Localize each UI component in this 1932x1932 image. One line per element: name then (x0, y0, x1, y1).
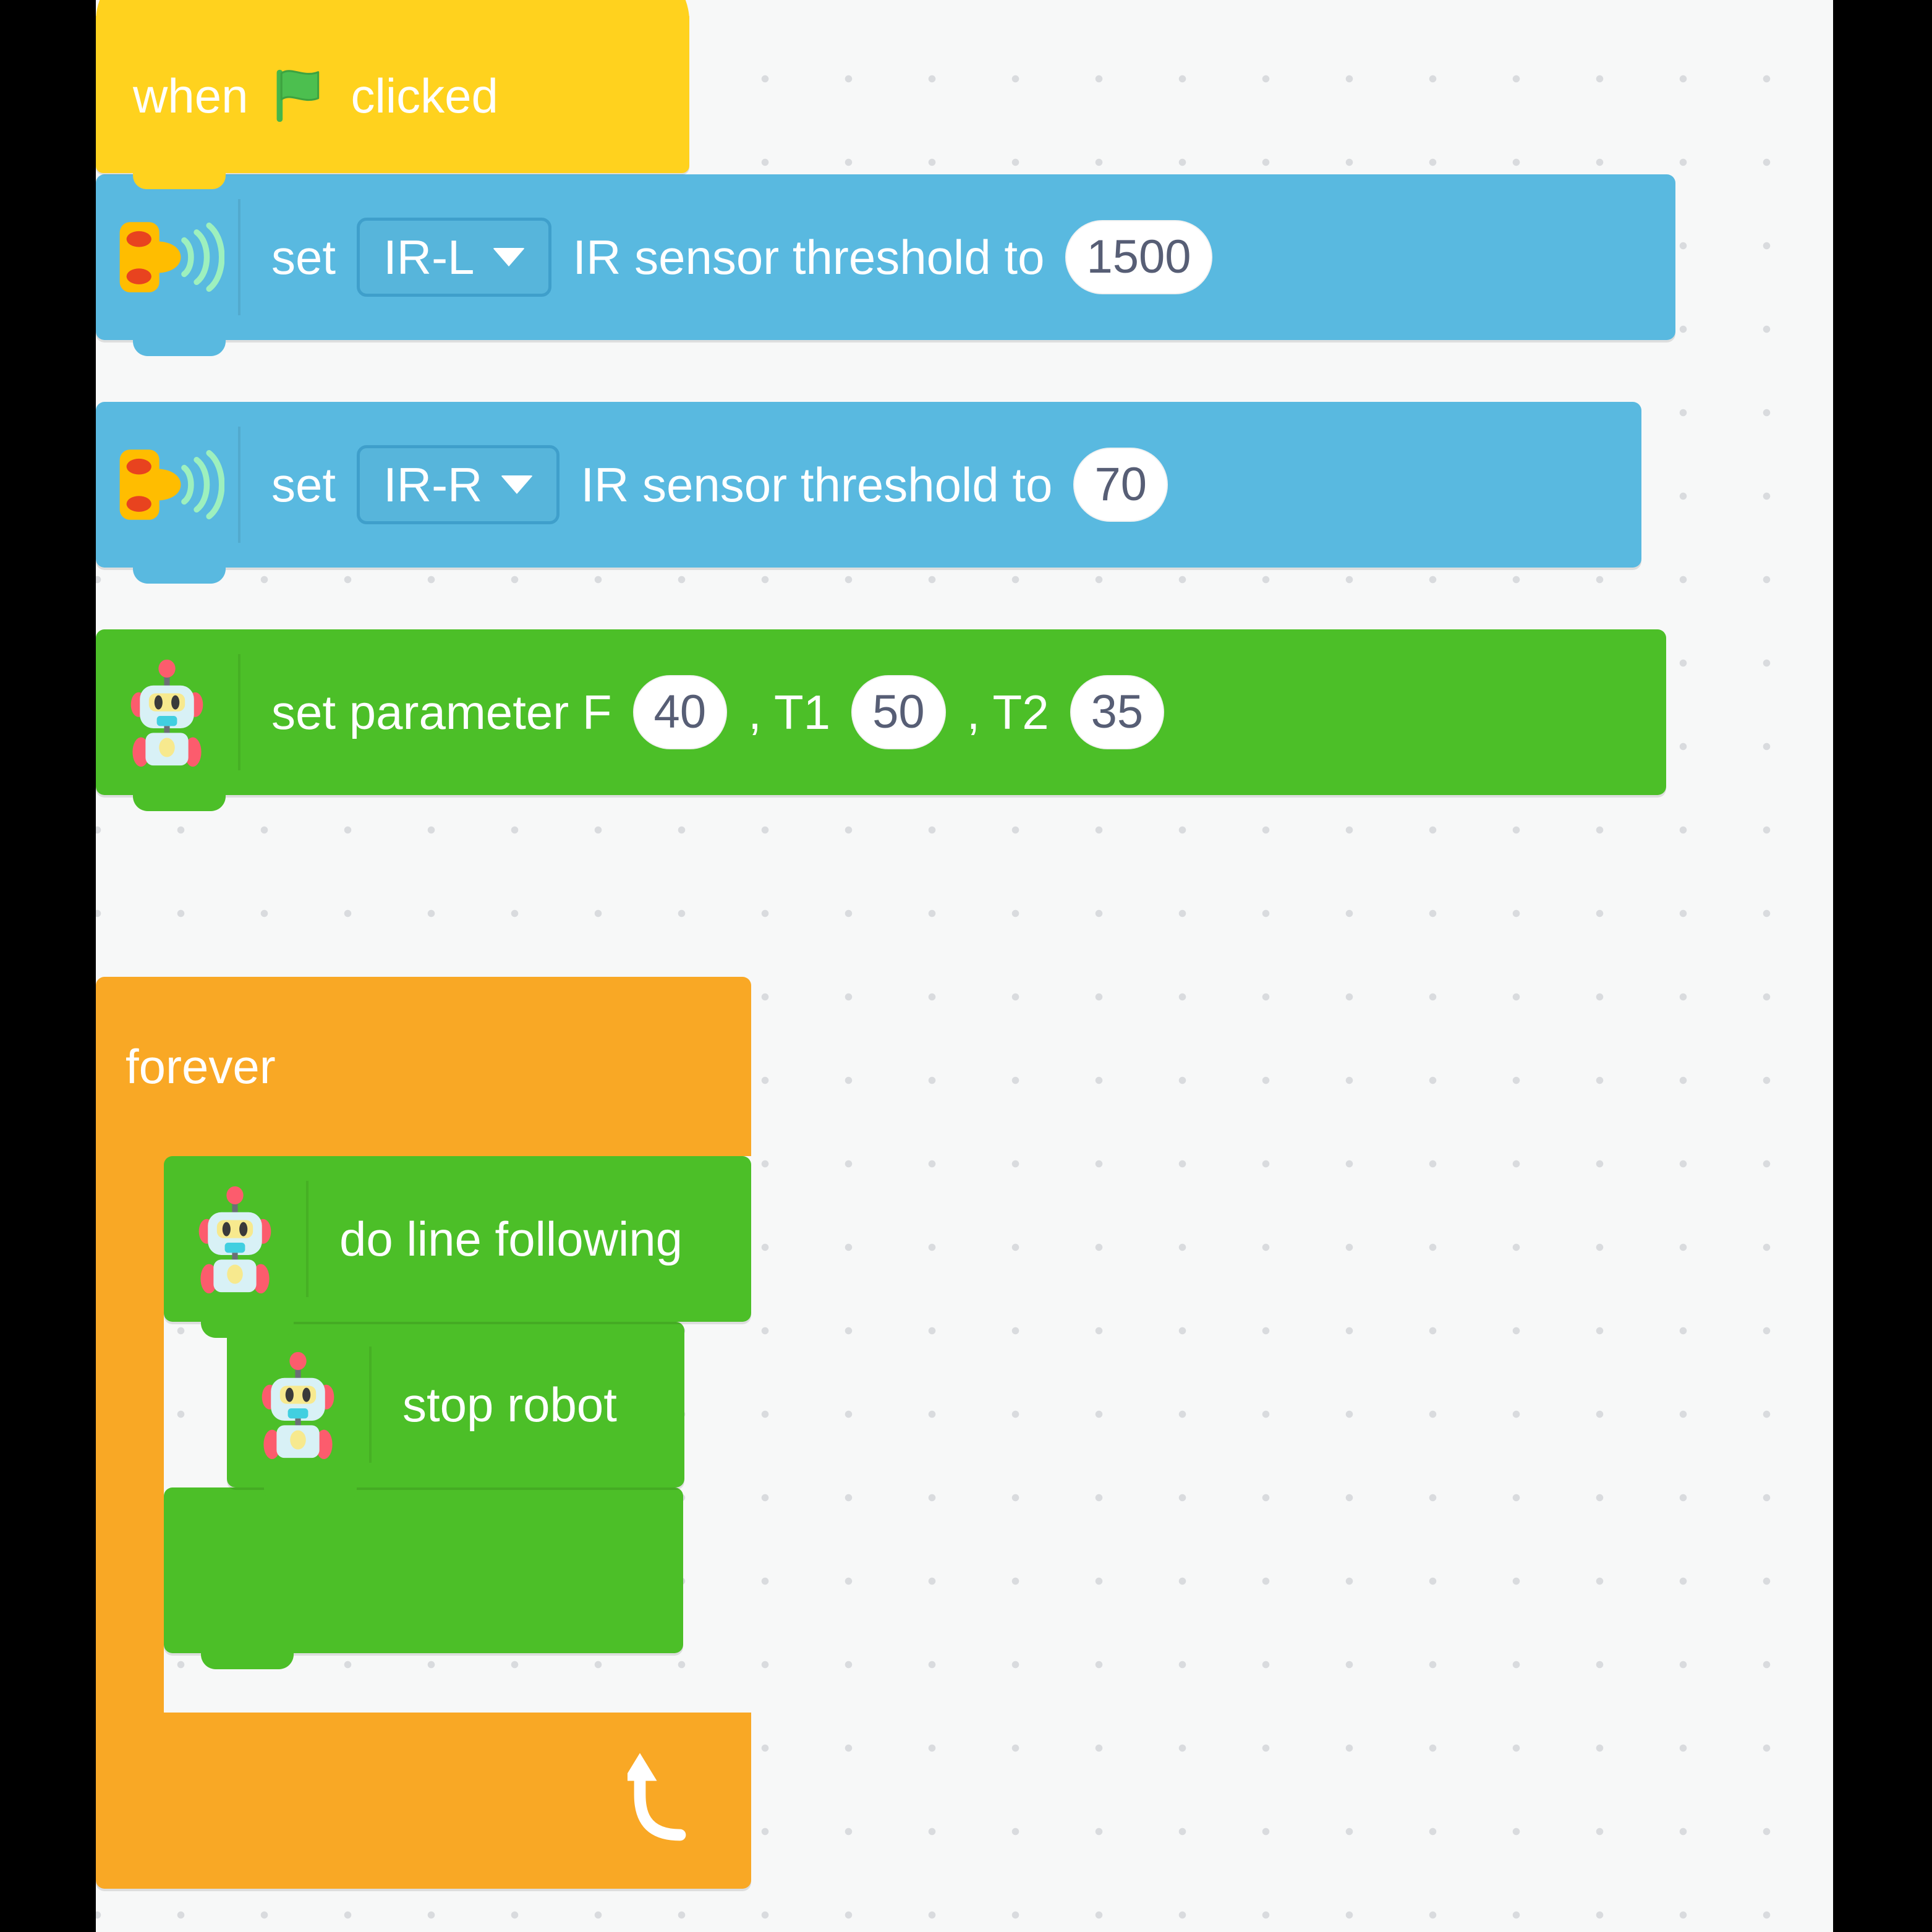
set-label: set (271, 230, 336, 284)
parameter-t2-input[interactable]: 35 (1070, 675, 1165, 749)
block-stop-robot[interactable]: stop robot (227, 1322, 684, 1504)
parameter-t1-label: , T1 (748, 685, 831, 739)
block-workspace-canvas[interactable]: when clicked set IR-L IR sensor threshol… (96, 0, 1833, 1932)
forever-label: forever (126, 1039, 276, 1094)
block-empty-robot[interactable] (164, 1487, 683, 1669)
ir-sensor-dropdown[interactable]: IR-R (357, 445, 560, 524)
block-bottom-notch (133, 566, 226, 584)
parameter-t1-input[interactable]: 50 (851, 675, 946, 749)
parameter-f-input[interactable]: 40 (632, 675, 728, 749)
block-set-parameter[interactable]: set parameter F 40 , T1 50 , T2 35 (96, 629, 1666, 811)
hat-dome (96, 0, 689, 21)
dropdown-value: IR-R (383, 457, 483, 512)
dropdown-value: IR-L (383, 230, 475, 284)
forever-left-spine (96, 1156, 164, 1713)
chevron-down-icon (501, 475, 534, 494)
when-label: when (133, 69, 249, 123)
forever-footer[interactable] (96, 1713, 751, 1889)
threshold-value-input[interactable]: 70 (1073, 448, 1168, 522)
do-line-following-label: do line following (339, 1212, 683, 1266)
block-bottom-notch (201, 1321, 294, 1338)
threshold-label: IR sensor threshold to (572, 230, 1045, 284)
block-set-ir-l-threshold[interactable]: set IR-L IR sensor threshold to 1500 (96, 174, 1675, 356)
block-bottom-notch (133, 339, 226, 356)
block-bottom-notch (133, 794, 226, 811)
threshold-label: IR sensor threshold to (581, 457, 1053, 512)
screen: when clicked set IR-L IR sensor threshol… (0, 0, 1932, 1932)
block-bottom-notch (264, 1486, 357, 1504)
hat-bottom-notch (133, 172, 226, 189)
loop-arrow-icon (623, 1748, 696, 1841)
chevron-down-icon (493, 248, 526, 266)
threshold-value-input[interactable]: 1500 (1065, 220, 1212, 294)
robot-icon (164, 1156, 306, 1322)
ir-sensor-icon (96, 402, 238, 568)
ir-sensor-dropdown[interactable]: IR-L (357, 218, 552, 297)
stop-robot-label: stop robot (402, 1377, 617, 1432)
block-forever[interactable]: forever do line following stop robot (96, 977, 751, 1889)
block-set-ir-r-threshold[interactable]: set IR-R IR sensor threshold to 70 (96, 402, 1641, 584)
block-when-flag-clicked[interactable]: when clicked (96, 0, 689, 189)
ir-sensor-icon (96, 174, 238, 340)
block-do-line-following[interactable]: do line following (164, 1156, 751, 1338)
parameter-t2-label: , T2 (966, 685, 1049, 739)
robot-icon (227, 1322, 369, 1487)
set-label: set (271, 457, 336, 512)
block-bottom-notch (201, 1652, 294, 1669)
green-flag-icon (273, 67, 326, 124)
clicked-label: clicked (351, 69, 498, 123)
forever-header[interactable]: forever (96, 977, 751, 1172)
set-parameter-f-label: set parameter F (271, 685, 612, 739)
robot-icon (96, 629, 238, 795)
